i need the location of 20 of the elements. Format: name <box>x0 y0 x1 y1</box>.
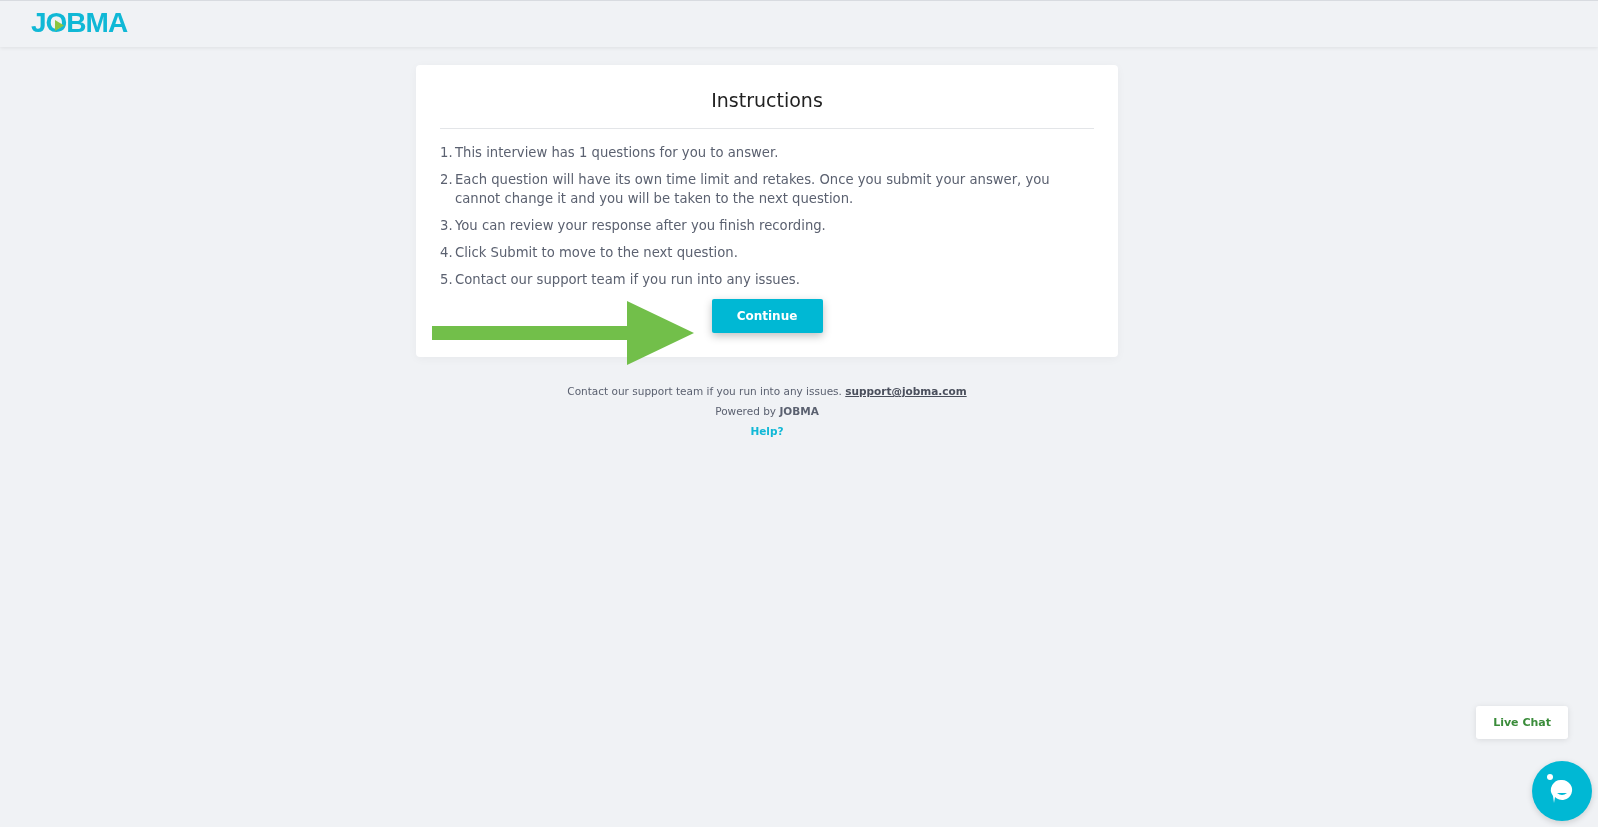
continue-button[interactable]: Continue <box>711 299 823 333</box>
support-sentence: Contact our support team if you run into any issues. support@jobma.com <box>567 385 967 397</box>
step-text: This interview has 1 questions for you to answer. <box>455 144 779 162</box>
play-icon <box>55 20 64 31</box>
step-number: 5. <box>440 271 454 289</box>
step-number: 2. <box>440 171 454 189</box>
step-number: 3. <box>440 217 454 235</box>
email-link[interactable]: support@jobma.com <box>845 385 967 397</box>
help-link[interactable]: Help? <box>750 425 784 437</box>
step-text: Contact our support team if you run into any issues. <box>455 271 800 289</box>
chat-button[interactable] <box>1532 761 1592 821</box>
logo: JOBMA <box>31 7 128 39</box>
step-text: You can review your response after you finish recording. <box>455 217 826 235</box>
step-number: 1. <box>440 144 454 162</box>
powered-by-text: Powered by JOBMA <box>715 405 819 417</box>
step-text: Each question will have its own time limit and retakes. Once you submit your answer, you cannot change it and you will be taken to the next question. <box>455 171 1051 208</box>
card-title: Instructions <box>710 89 824 111</box>
live-chat-label[interactable]: Live Chat <box>1476 706 1568 739</box>
step-text: Click Submit to move to the next question. <box>455 244 738 262</box>
step-number: 4. <box>440 244 454 262</box>
